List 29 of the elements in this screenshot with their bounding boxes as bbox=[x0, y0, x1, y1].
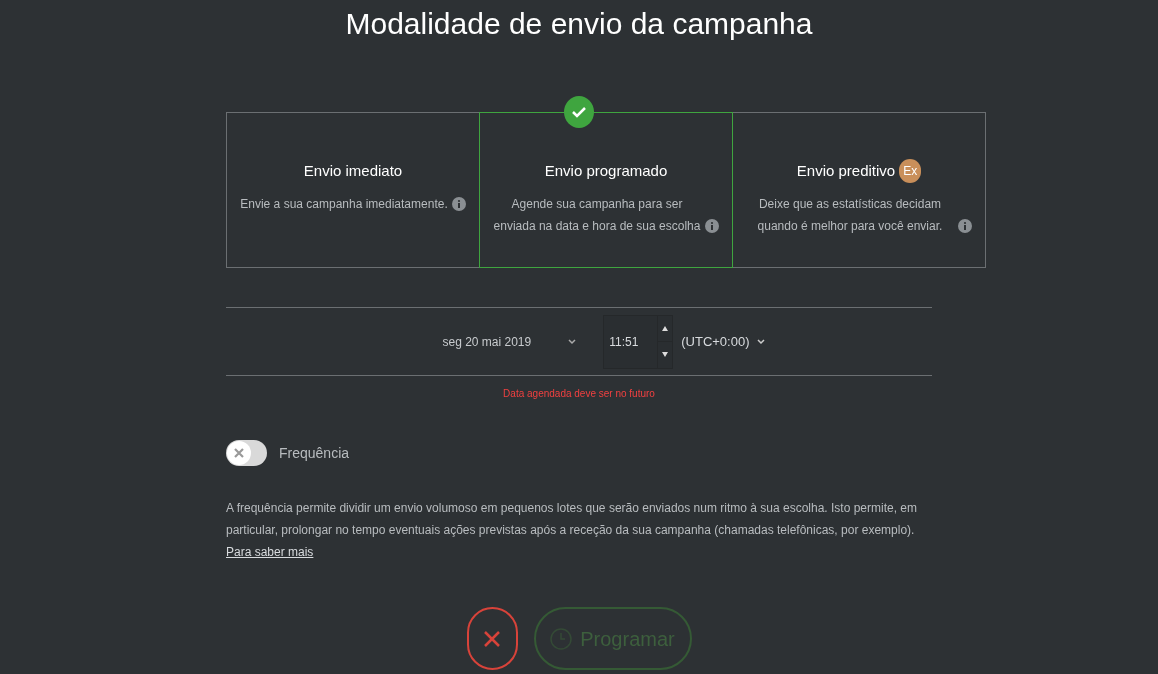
option-description: Agende sua campanha para ser enviada na data e hora de sua escolha bbox=[493, 196, 701, 235]
learn-more-link[interactable]: Para saber mais bbox=[226, 545, 314, 559]
timezone-select[interactable]: (UTC+0:00) bbox=[681, 331, 750, 352]
check-icon bbox=[564, 96, 594, 128]
info-icon[interactable] bbox=[705, 219, 719, 233]
date-text: seg 20 mai 2019 bbox=[442, 333, 532, 351]
option-description: Envie a sua campanha imediatamente. bbox=[240, 196, 448, 213]
x-icon bbox=[234, 448, 244, 458]
info-icon[interactable] bbox=[451, 197, 466, 211]
frequency-description: A frequência permite dividir um envio volumoso em pequenos lotes que serão enviados num ritmo à sua escolha. Isto permite, em particular, prolongar no tempo eventuais ações previstas após a receção da sua campanha (chamadas telefônicas, por exemplo). Para saber mais bbox=[226, 500, 919, 561]
page-title: Modalidade de envio da campanha bbox=[345, 6, 813, 42]
close-icon bbox=[482, 628, 502, 649]
dropdown-icon[interactable] bbox=[567, 337, 578, 346]
frequency-toggle[interactable] bbox=[226, 440, 267, 466]
time-field[interactable]: 11:51 bbox=[603, 314, 674, 369]
error-message: Data agendada deve ser no futuro bbox=[503, 387, 655, 401]
info-icon[interactable] bbox=[958, 219, 972, 233]
cancel-button[interactable] bbox=[466, 607, 518, 670]
clock-icon bbox=[550, 627, 573, 650]
option-card[interactable]: Envio programado Agende sua campanha para ser enviada na data e hora de sua escolha bbox=[479, 112, 733, 268]
option-title: Envio preditivo bbox=[796, 160, 896, 181]
option-description: Deixe que as estatísticas decidam quando é melhor para você enviar. bbox=[756, 196, 944, 235]
option-title: Envio imediato bbox=[303, 160, 403, 181]
option-card[interactable]: Envio preditivo Ex Deixe que as estatísticas decidam quando é melhor para você enviar. bbox=[732, 112, 986, 268]
option-title: Envio programado bbox=[544, 160, 668, 181]
dropdown-icon[interactable] bbox=[755, 337, 766, 346]
option-card[interactable]: Envio imediato Envie a sua campanha imediatamente. bbox=[226, 112, 480, 268]
option-badge: Ex bbox=[899, 159, 922, 183]
toggle-label: Frequência bbox=[279, 443, 350, 463]
